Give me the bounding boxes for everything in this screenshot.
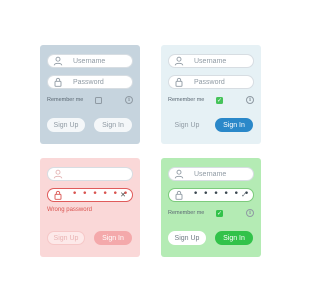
sign-in-button[interactable]: Sign In bbox=[215, 231, 253, 245]
close-icon[interactable]: ✕ bbox=[120, 189, 126, 201]
lock-icon bbox=[174, 77, 184, 87]
sign-in-button[interactable]: Sign In bbox=[94, 118, 132, 132]
username-field[interactable] bbox=[47, 167, 133, 181]
login-panel-error: • • • • • • ✕ Wrong password Sign Up Sig… bbox=[40, 158, 140, 257]
sign-up-button[interactable]: Sign Up bbox=[168, 231, 206, 245]
info-icon[interactable]: i bbox=[246, 96, 254, 104]
username-placeholder: Username bbox=[194, 58, 227, 65]
info-icon[interactable]: i bbox=[246, 209, 254, 217]
username-placeholder: Username bbox=[73, 58, 106, 65]
password-field[interactable]: Password bbox=[47, 75, 133, 89]
remember-me-label: Remember me bbox=[47, 97, 84, 103]
password-field[interactable]: Password bbox=[168, 75, 254, 89]
user-icon bbox=[174, 56, 184, 66]
sign-up-button[interactable]: Sign Up bbox=[47, 118, 85, 132]
lock-icon bbox=[174, 190, 184, 200]
error-message: Wrong password bbox=[47, 207, 92, 213]
remember-me-label: Remember me bbox=[168, 97, 205, 103]
check-icon: ✓ bbox=[241, 191, 247, 199]
sign-in-button[interactable]: Sign In bbox=[94, 231, 132, 245]
info-icon[interactable]: i bbox=[125, 96, 133, 104]
sign-up-button[interactable]: Sign Up bbox=[47, 231, 85, 245]
remember-me-label: Remember me bbox=[168, 210, 205, 216]
username-field[interactable]: Username bbox=[168, 54, 254, 68]
password-field[interactable]: • • • • • • ✕ bbox=[47, 188, 133, 202]
sign-in-button[interactable]: Sign In bbox=[215, 118, 253, 132]
lock-icon bbox=[53, 77, 63, 87]
login-panel-default: Username Password Remember me i Sign Up … bbox=[40, 45, 140, 144]
login-panel-success: Username • • • • • • ✓ Remember me ✓ i S… bbox=[161, 158, 261, 257]
username-field[interactable]: Username bbox=[168, 167, 254, 181]
remember-me-checkbox-checked[interactable]: ✓ bbox=[216, 97, 223, 104]
remember-me-checkbox-checked[interactable]: ✓ bbox=[216, 210, 223, 217]
password-placeholder: Password bbox=[73, 79, 104, 86]
sign-up-button[interactable]: Sign Up bbox=[168, 118, 206, 132]
user-icon bbox=[174, 169, 184, 179]
user-icon bbox=[53, 56, 63, 66]
username-placeholder: Username bbox=[194, 171, 227, 178]
remember-me-checkbox[interactable] bbox=[95, 97, 102, 104]
user-icon bbox=[53, 169, 63, 179]
password-field[interactable]: • • • • • • ✓ bbox=[168, 188, 254, 202]
login-states-showcase: Username Password Remember me i Sign Up … bbox=[0, 0, 300, 300]
username-field[interactable]: Username bbox=[47, 54, 133, 68]
login-panel-focused: Username Password Remember me ✓ i Sign U… bbox=[161, 45, 261, 144]
password-placeholder: Password bbox=[194, 79, 225, 86]
lock-icon bbox=[53, 190, 63, 200]
